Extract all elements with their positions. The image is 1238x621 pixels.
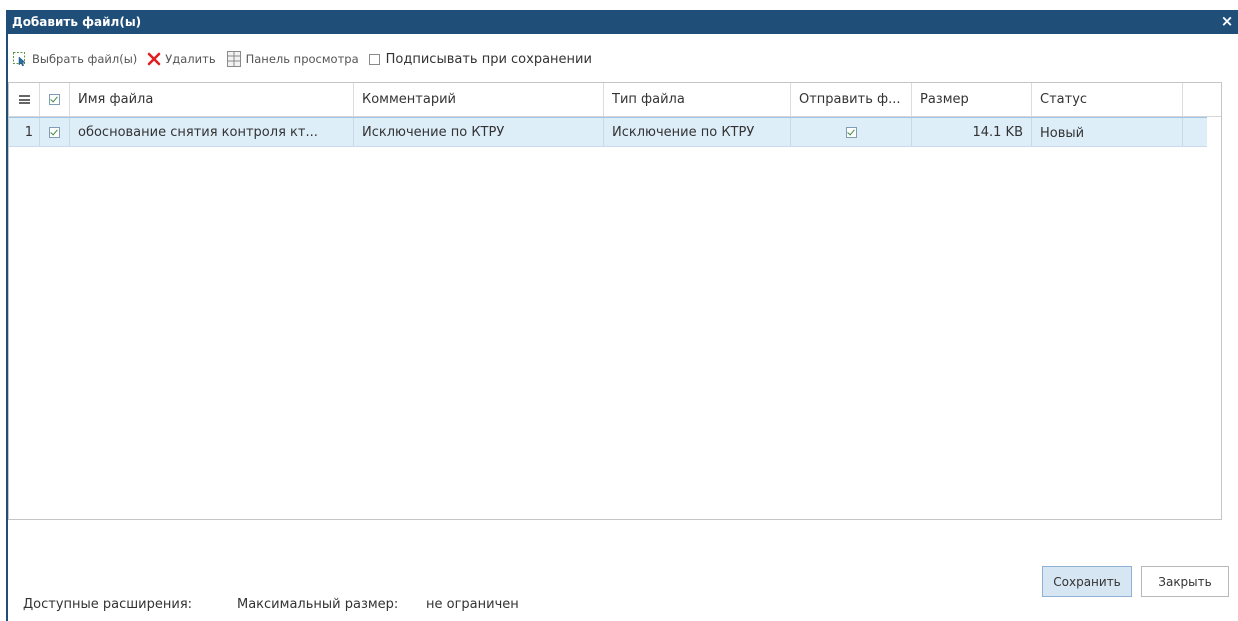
- select-files-button[interactable]: Выбрать файл(ы): [12, 51, 137, 67]
- panel-icon: [226, 51, 241, 67]
- red-x-icon: [147, 52, 161, 66]
- comment-cell[interactable]: Исключение по КТРУ: [354, 118, 604, 146]
- save-button[interactable]: Сохранить: [1042, 566, 1132, 597]
- dialog-title: Добавить файл(ы): [12, 15, 142, 29]
- column-header-size[interactable]: Размер: [912, 83, 1032, 116]
- max-size-label: Максимальный размер:: [237, 597, 399, 612]
- table-row[interactable]: 1 обоснование снятия контроля кт... Искл…: [9, 117, 1207, 147]
- select-files-label: Выбрать файл(ы): [32, 52, 138, 66]
- max-size-value: не ограничен: [426, 597, 519, 612]
- cursor-select-icon: [13, 52, 26, 67]
- file-name-cell[interactable]: обоснование снятия контроля кт...: [70, 118, 354, 146]
- column-header-comment[interactable]: Комментарий: [354, 83, 604, 116]
- checkbox-box[interactable]: [368, 53, 380, 65]
- toolbar: Выбрать файл(ы) Удалить Панель просмотра…: [12, 48, 602, 70]
- send-cell[interactable]: [791, 118, 912, 146]
- close-icon[interactable]: ×: [1220, 11, 1234, 31]
- select-all-cell[interactable]: [40, 83, 70, 116]
- send-checkbox[interactable]: [845, 126, 857, 138]
- row-index: 1: [9, 118, 40, 146]
- sign-on-save-checkbox[interactable]: Подписывать при сохранении: [368, 51, 592, 67]
- files-grid: Имя файла Комментарий Тип файла Отправит…: [8, 82, 1222, 520]
- row-select-checkbox[interactable]: [49, 126, 60, 138]
- delete-button[interactable]: Удалить: [147, 52, 216, 66]
- dialog-titlebar: Добавить файл(ы) ×: [8, 10, 1238, 34]
- hamburger-icon: [18, 95, 30, 104]
- size-cell: 14.1 KB: [912, 118, 1032, 146]
- extensions-label: Доступные расширения:: [23, 597, 193, 612]
- status-cell: Новый: [1032, 118, 1183, 146]
- sign-on-save-label: Подписывать при сохранении: [385, 51, 592, 67]
- row-select-cell[interactable]: [40, 118, 70, 146]
- column-header-file-type[interactable]: Тип файла: [604, 83, 791, 116]
- select-all-checkbox[interactable]: [49, 94, 60, 105]
- column-header-send[interactable]: Отправить ф...: [791, 83, 912, 116]
- column-menu-button[interactable]: [9, 83, 40, 116]
- preview-panel-label: Панель просмотра: [245, 52, 359, 66]
- grid-header: Имя файла Комментарий Тип файла Отправит…: [9, 83, 1221, 117]
- column-header-status[interactable]: Статус: [1032, 83, 1183, 116]
- column-header-name[interactable]: Имя файла: [70, 83, 354, 116]
- file-type-cell[interactable]: Исключение по КТРУ: [604, 118, 791, 146]
- delete-label: Удалить: [165, 52, 216, 66]
- preview-panel-button[interactable]: Панель просмотра: [226, 50, 359, 68]
- close-button[interactable]: Закрыть: [1141, 566, 1229, 597]
